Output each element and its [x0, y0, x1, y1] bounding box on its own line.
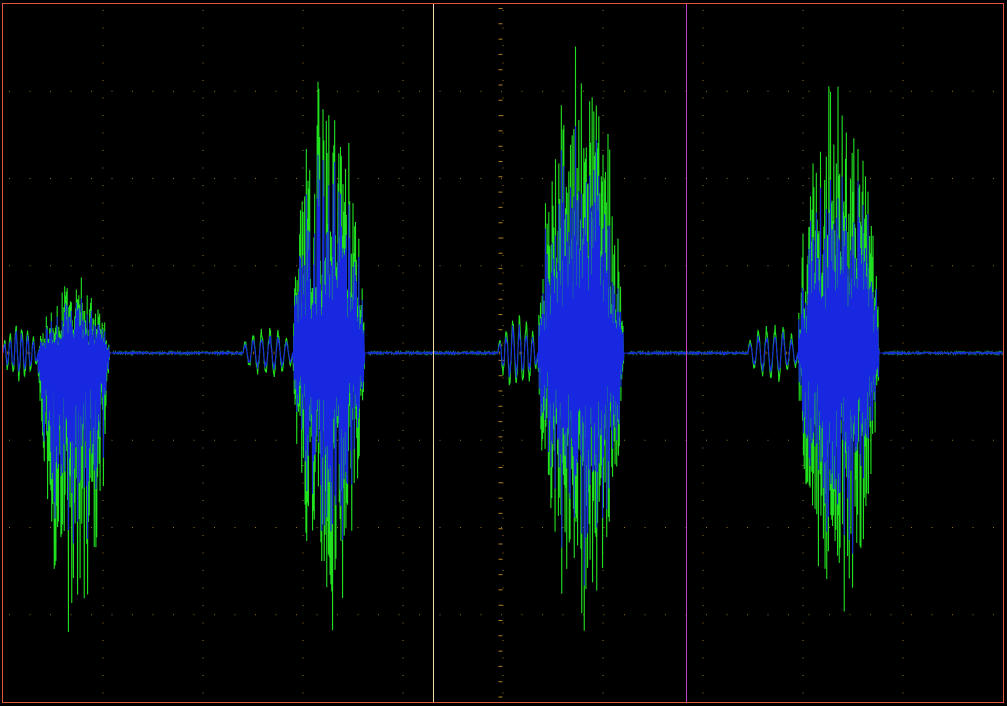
oscilloscope-display — [0, 0, 1007, 706]
